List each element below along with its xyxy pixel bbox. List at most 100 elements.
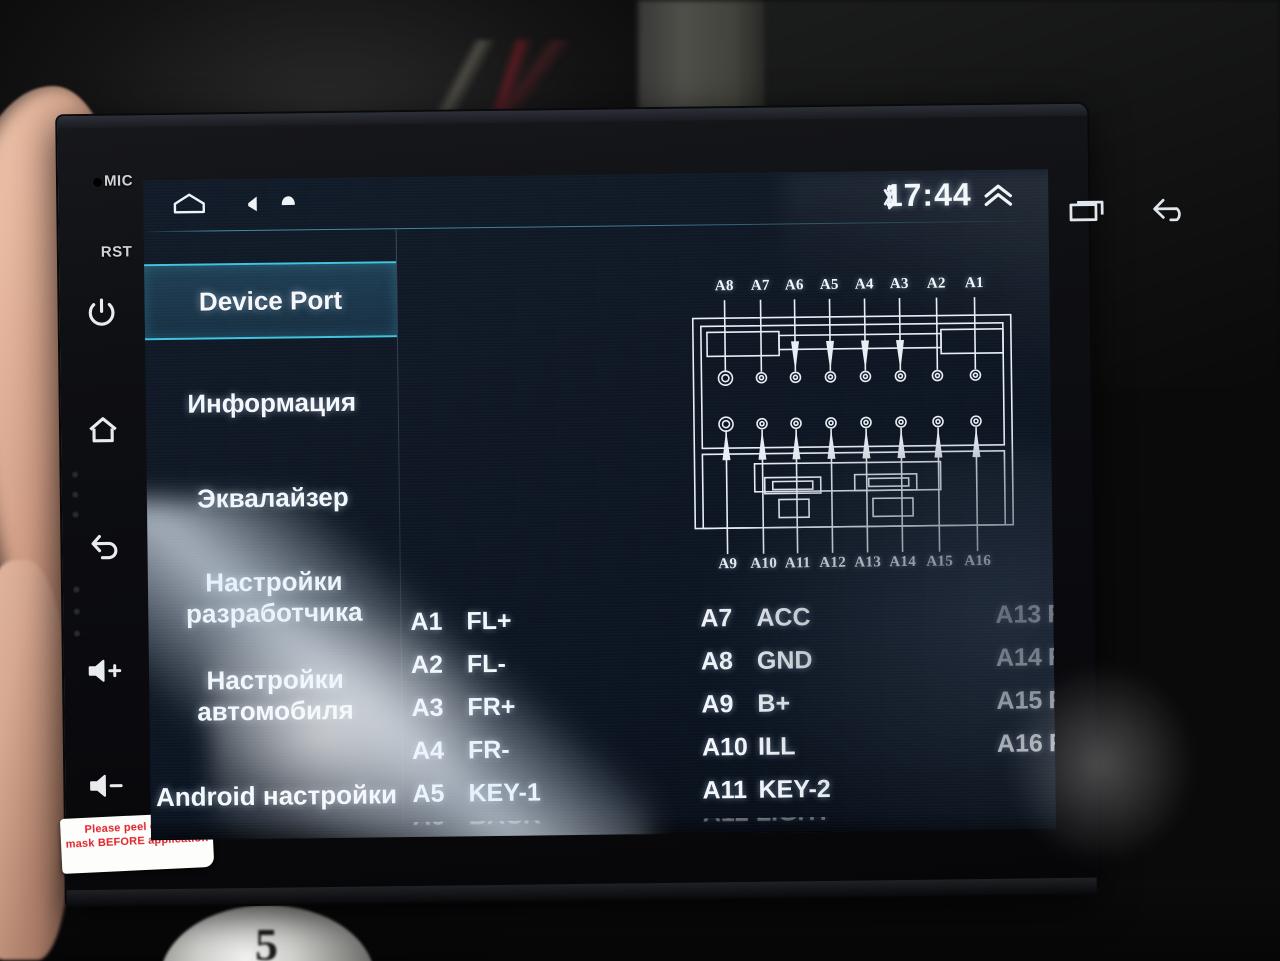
clock: 17:44	[884, 176, 972, 214]
bezel-dot	[71, 471, 79, 479]
diagram-bottom-label: A10	[750, 555, 778, 572]
sidebar-item-label: Android настройки	[155, 778, 398, 812]
sidebar-item-equalizer[interactable]: Эквалайзер	[147, 464, 400, 531]
power-icon[interactable]	[84, 296, 118, 335]
photo-background: 5 MIC RST Please peel off this mask BEFO…	[0, 0, 1280, 961]
pin-row: A7 ACC	[700, 601, 921, 647]
car-head-unit: MIC RST Please peel off this mask BEFORE…	[57, 103, 1197, 907]
back-icon[interactable]	[87, 531, 121, 570]
sidebar-item-label: Настройки автомобиля	[197, 663, 354, 727]
pin-row: A15 RR+	[996, 683, 1056, 728]
pin-id: A10	[701, 732, 749, 762]
pin-id: A1	[410, 607, 443, 637]
pin-function: ACC	[756, 603, 811, 632]
pin-id: A2	[410, 650, 444, 680]
diagram-top-label: A6	[784, 277, 804, 294]
sidebar-item-label: Настройки разработчика	[185, 565, 363, 629]
pin-id: A7	[700, 604, 733, 633]
gear-knob-marking: 5	[255, 919, 280, 961]
pin-function: ILL	[757, 732, 796, 761]
pin-id: A4	[411, 736, 445, 766]
diagram-bottom-label: A9	[718, 556, 738, 573]
settings-sidebar: Device Port Информация Эквалайзер Настро…	[144, 229, 403, 840]
pin-function: FR+	[467, 692, 516, 722]
pin-row: A5 KEY-1	[412, 776, 628, 822]
pin-function: RR-	[1048, 728, 1056, 758]
pin-column-2: A7 ACC A8 GND A9 B+ A10 ILL A11 KEY-2	[700, 601, 923, 840]
diagram-bottom-label: A11	[784, 555, 811, 572]
diagram-top-label: A5	[819, 276, 839, 294]
pin-id: A14	[995, 643, 1042, 672]
diagram-top-label: A7	[750, 277, 770, 294]
mic-label: MIC	[103, 172, 134, 190]
notification-icon	[278, 193, 298, 216]
pin-row: A1 FL+	[410, 604, 626, 650]
device-left-bezel: MIC RST	[57, 115, 157, 906]
diagram-bottom-label: A14	[889, 553, 917, 571]
pin-row: A11 KEY-2	[702, 773, 923, 819]
pin-id: A13	[995, 600, 1042, 629]
pin-column-1: A1 FL+ A2 FL- A3 FR+ A4 FR- A5 KEY-1	[410, 604, 628, 840]
volume-down-icon[interactable]	[87, 771, 127, 806]
pin-function: RL+	[1047, 642, 1056, 672]
pin-id: A3	[411, 693, 444, 723]
back-arrow-icon[interactable]	[1148, 194, 1190, 228]
volume-mute-icon	[243, 195, 265, 218]
hand-lower	[0, 560, 70, 960]
android-status-bar: 17:44	[143, 169, 1049, 233]
pin-row: A3 FR+	[411, 690, 627, 736]
pin-function: B+	[757, 689, 791, 718]
pin-function: FL+	[466, 606, 512, 636]
pin-function: FL-	[466, 649, 506, 679]
home-outline-icon[interactable]	[171, 189, 207, 222]
home-icon[interactable]	[86, 414, 120, 453]
diagram-bottom-label: A15	[926, 553, 954, 570]
sidebar-item-label: Информация	[187, 386, 357, 419]
bezel-dot	[71, 491, 79, 499]
pin-function: KEY-2	[758, 774, 831, 804]
pin-row: A13 RL-	[995, 597, 1056, 642]
sidebar-item-information[interactable]: Информация	[145, 369, 398, 436]
diagram-top-label: A1	[964, 275, 984, 292]
bezel-dot	[73, 630, 81, 638]
pin-id: A8	[700, 647, 734, 676]
pin-function: RL-	[1047, 599, 1056, 629]
pin-id: A15	[996, 686, 1043, 715]
pin-id: A11	[702, 775, 748, 805]
chevron-up-icon[interactable]	[981, 182, 1015, 215]
pin-id: A16	[996, 729, 1043, 758]
sidebar-item-label: Device Port	[198, 284, 343, 317]
diagram-top-label: A2	[926, 275, 946, 292]
diagram-bottom-label: A12	[819, 554, 847, 572]
sidebar-item-developer-settings[interactable]: Настройки разработчика	[148, 559, 401, 636]
volume-up-icon[interactable]	[86, 656, 126, 691]
connector-pinout-diagram: A8 A7 A6 A5 A4 A3 A2 A1 A9 A10 A11 A12 A…	[684, 274, 1033, 578]
connector-schematic	[691, 297, 1015, 555]
diagram-top-label: A8	[714, 278, 734, 295]
diagram-bottom-label: A13	[854, 554, 882, 571]
pin-function: FR-	[467, 735, 510, 765]
pin-row: A16 RR-	[997, 726, 1056, 771]
pin-row: A4 FR-	[412, 733, 628, 779]
recent-apps-icon[interactable]	[1068, 195, 1108, 228]
pin-row: A10 ILL	[702, 730, 923, 776]
pin-row: A2 FL-	[411, 647, 627, 693]
diagram-top-label: A3	[889, 275, 909, 293]
bezel-dot	[72, 586, 81, 594]
sidebar-item-car-settings[interactable]: Настройки автомобиля	[149, 657, 402, 734]
pin-assignment-table: A1 FL+ A2 FL- A3 FR+ A4 FR- A5 KEY-1 A7 …	[410, 597, 1056, 840]
lcd-screen: 17:44 Device Port Информация Эквалайзер …	[143, 169, 1056, 841]
bezel-dot	[73, 608, 81, 616]
pin-function: RR+	[1048, 685, 1056, 715]
pin-function: GND	[756, 646, 813, 675]
pin-column-3: A13 RL- A14 RL+ A15 RR+ A16 RR-	[995, 597, 1056, 771]
sidebar-item-device-port[interactable]: Device Port	[144, 261, 397, 341]
bezel-dot	[72, 511, 80, 519]
pin-id: A9	[701, 690, 734, 719]
pin-row: A14 RL+	[996, 640, 1056, 685]
pin-id: A5	[412, 779, 445, 809]
mic-hole-icon	[92, 177, 103, 187]
pin-function: KEY-1	[468, 778, 541, 808]
pin-row: A9 B+	[701, 687, 922, 733]
sidebar-item-label: Эквалайзер	[196, 481, 349, 514]
